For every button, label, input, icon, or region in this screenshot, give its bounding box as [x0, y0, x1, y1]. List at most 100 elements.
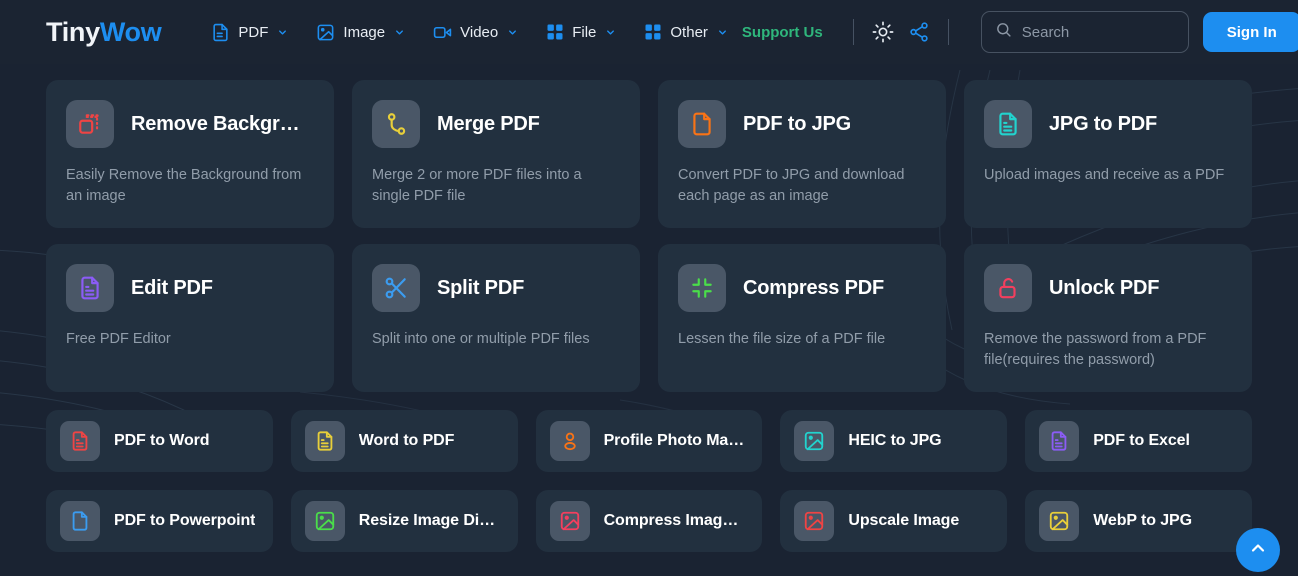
tool-card-jpg-to-pdf[interactable]: JPG to PDF Upload images and receive as …	[964, 80, 1252, 229]
nav-item-video[interactable]: Video	[419, 17, 532, 48]
card-description: Easily Remove the Background from an ima…	[66, 167, 302, 204]
card-title: Split PDF	[437, 276, 525, 299]
pill-label: Compress Imag…	[603, 512, 739, 530]
search-icon	[995, 21, 1012, 43]
document-lines-icon	[304, 421, 345, 462]
card-description: Upload images and receive as a PDF	[984, 167, 1225, 183]
card-header: Unlock PDF	[984, 264, 1232, 313]
header-actions: Support Us Search Sign In	[742, 11, 1298, 53]
card-description: Split into one or multiple PDF files	[372, 331, 590, 348]
scroll-to-top-button[interactable]	[1236, 528, 1280, 572]
card-header: Merge PDF	[372, 100, 620, 148]
file-icon	[60, 501, 100, 542]
tool-pill-profile-photo-maker[interactable]: Profile Photo Ma…	[535, 410, 763, 473]
logo[interactable]: TinyWow	[46, 16, 162, 48]
sign-in-button[interactable]: Sign In	[1202, 12, 1298, 52]
chevron-down-icon	[394, 27, 405, 38]
nav-item-file[interactable]: File	[532, 17, 630, 47]
share-icon[interactable]	[906, 19, 932, 45]
image-icon	[316, 23, 335, 42]
tool-card-split-pdf[interactable]: Split PDF Split into one or multiple PDF…	[352, 244, 640, 393]
card-description: Convert PDF to JPG and download each pag…	[678, 167, 905, 204]
grid-icon	[546, 23, 564, 41]
grid-icon	[644, 23, 662, 41]
tool-pill-upscale-image[interactable]: Upscale Image	[780, 490, 1008, 553]
chevron-down-icon	[717, 27, 728, 38]
nav-item-label: PDF	[238, 23, 269, 41]
card-header: JPG to PDF	[984, 100, 1232, 148]
card-title: Merge PDF	[437, 112, 540, 135]
tool-card-unlock-pdf[interactable]: Unlock PDF Remove the password from a PD…	[964, 244, 1252, 393]
nav-item-other[interactable]: Other	[630, 17, 742, 47]
pill-label: HEIC to JPG	[848, 432, 942, 450]
chevron-down-icon	[277, 27, 288, 38]
search-box[interactable]	[980, 11, 1189, 53]
tool-pill-word-to-pdf[interactable]: Word to PDF	[290, 410, 518, 473]
card-header: PDF to JPG	[678, 100, 926, 148]
image-icon	[549, 501, 590, 542]
tool-pill-compress-image[interactable]: Compress Imag…	[535, 490, 763, 553]
scissors-icon	[372, 264, 420, 313]
card-title: JPG to PDF	[1049, 112, 1158, 135]
main-content: Remove Backgr… Easily Remove the Backgro…	[0, 64, 1298, 553]
tool-card-remove-background[interactable]: Remove Backgr… Easily Remove the Backgro…	[46, 80, 334, 229]
pill-label: WebP to JPG	[1093, 512, 1192, 530]
card-description: Free PDF Editor	[66, 331, 171, 348]
tool-pill-resize-image-dimensions[interactable]: Resize Image Di…	[290, 490, 518, 553]
header-divider-2	[947, 19, 949, 45]
document-lines-icon	[1039, 421, 1080, 462]
card-description: Merge 2 or more PDF files into a single …	[372, 167, 582, 204]
card-description: Remove the password from a PDF file(requ…	[984, 331, 1207, 368]
nav-item-image[interactable]: Image	[302, 17, 419, 48]
document-lines-icon	[66, 264, 114, 313]
image-icon	[794, 421, 835, 462]
pill-label: Profile Photo Ma…	[603, 432, 745, 450]
search-input[interactable]	[1021, 23, 1175, 41]
chevron-up-icon	[1248, 538, 1268, 563]
tool-pill-webp-to-jpg[interactable]: WebP to JPG	[1025, 490, 1252, 553]
tool-card-merge-pdf[interactable]: Merge PDF Merge 2 or more PDF files into…	[352, 80, 640, 229]
pill-label: PDF to Word	[114, 432, 210, 450]
pill-label: PDF to Powerpoint	[114, 512, 256, 530]
chevron-down-icon	[507, 27, 518, 38]
nav-item-pdf[interactable]: PDF	[197, 17, 302, 48]
nav-item-label: Video	[460, 23, 499, 41]
card-description: Lessen the file size of a PDF file	[678, 331, 886, 348]
sun-icon[interactable]	[870, 19, 896, 45]
logo-part-tiny: Tiny	[46, 16, 100, 47]
tool-card-pdf-to-jpg[interactable]: PDF to JPG Convert PDF to JPG and downlo…	[658, 80, 946, 229]
main-navigation: PDF Image Video File Other	[197, 17, 741, 48]
card-header: Remove Backgr…	[66, 100, 314, 148]
card-header: Split PDF	[372, 264, 620, 313]
tool-pill-pdf-to-excel[interactable]: PDF to Excel	[1025, 410, 1252, 473]
logo-part-wow: Wow	[99, 16, 162, 47]
card-header: Edit PDF	[66, 264, 314, 313]
pill-label: PDF to Excel	[1093, 432, 1190, 450]
image-icon	[304, 501, 345, 542]
pill-label: Word to PDF	[358, 432, 455, 450]
document-lines-icon	[60, 421, 100, 462]
quick-tools-row-2: PDF to Powerpoint Resize Image Di… Compr…	[46, 490, 1252, 553]
card-header: Compress PDF	[678, 264, 926, 313]
tool-card-edit-pdf[interactable]: Edit PDF Free PDF Editor	[46, 244, 334, 393]
merge-icon	[372, 100, 420, 148]
card-title: Edit PDF	[131, 276, 213, 299]
pill-label: Upscale Image	[848, 512, 960, 530]
nav-item-label: Image	[343, 23, 386, 41]
unlock-icon	[984, 264, 1032, 313]
video-icon	[433, 23, 452, 42]
card-title: Remove Backgr…	[131, 112, 300, 135]
image-icon	[794, 501, 835, 542]
tool-pill-pdf-to-word[interactable]: PDF to Word	[46, 410, 273, 473]
card-title: Compress PDF	[743, 276, 884, 299]
file-icon	[678, 100, 726, 148]
support-us-link[interactable]: Support Us	[742, 24, 837, 41]
remove-background-icon	[66, 100, 114, 148]
tool-card-compress-pdf[interactable]: Compress PDF Lessen the file size of a P…	[658, 244, 946, 393]
nav-item-label: Other	[670, 23, 708, 41]
nav-item-label: File	[572, 23, 597, 41]
quick-tools-row-1: PDF to Word Word to PDF Profile Photo Ma…	[46, 410, 1252, 473]
tool-pill-pdf-to-powerpoint[interactable]: PDF to Powerpoint	[46, 490, 273, 553]
image-icon	[1039, 501, 1080, 542]
tool-pill-heic-to-jpg[interactable]: HEIC to JPG	[780, 410, 1008, 473]
